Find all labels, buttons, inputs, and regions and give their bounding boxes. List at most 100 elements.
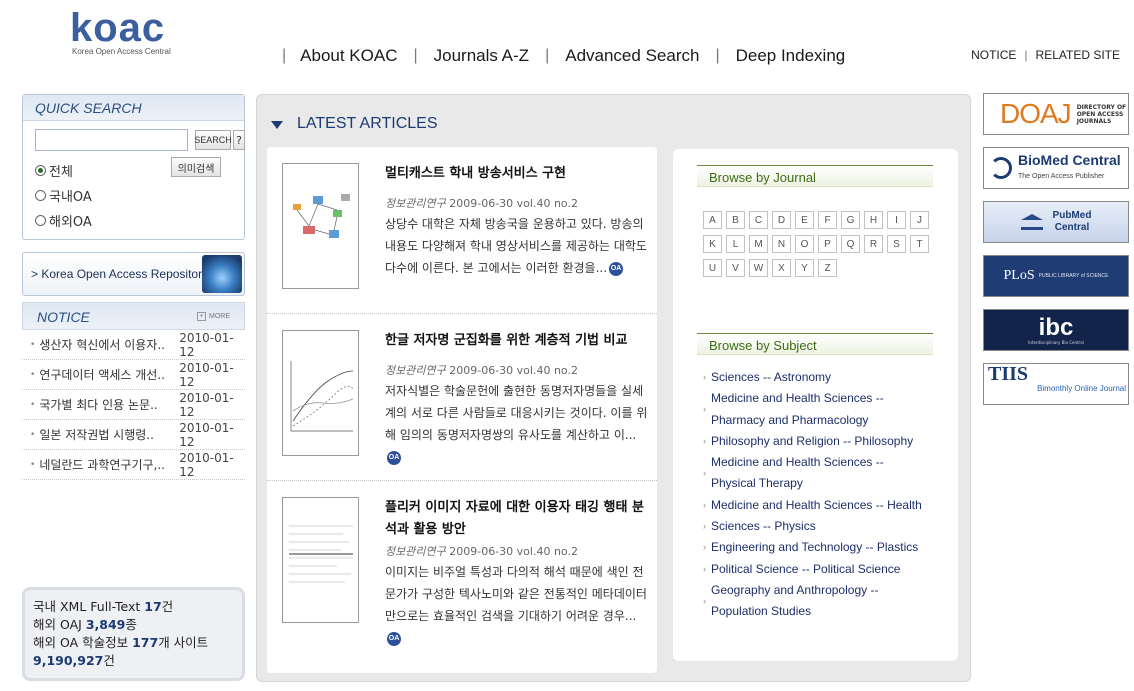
- article-thumbnail[interactable]: [282, 497, 359, 623]
- subject-link[interactable]: › Philosophy and Religion -- Philosophy: [703, 431, 953, 452]
- arrow-right-icon: ›: [703, 403, 706, 414]
- article-title-link[interactable]: 멀티캐스트 학내 방송서비스 구현: [385, 163, 653, 185]
- letter-p[interactable]: P: [818, 235, 837, 253]
- bullet-icon: •: [30, 429, 36, 440]
- plos-logo: PLoS: [1003, 268, 1035, 283]
- letter-g[interactable]: G: [841, 211, 860, 229]
- nav-advanced-search[interactable]: Advanced Search: [565, 46, 699, 66]
- letter-o[interactable]: O: [795, 235, 814, 253]
- radio-unchecked-icon: [35, 215, 46, 226]
- nav-journals-a-z[interactable]: Journals A-Z: [434, 46, 529, 66]
- radio-label: 국내OA: [49, 190, 92, 205]
- article-thumbnail[interactable]: [282, 330, 359, 456]
- tiis-tagline: Bimonthly Online Journal: [1037, 384, 1126, 393]
- subject-link[interactable]: › Sciences -- Astronomy: [703, 367, 953, 388]
- tiis-logo: TIIS: [988, 363, 1029, 385]
- radio-foreign-oa[interactable]: 해외OA: [35, 211, 92, 230]
- utility-links: NOTICE | RELATED SITE: [971, 48, 1120, 62]
- letter-y[interactable]: Y: [795, 259, 814, 277]
- browse-by-subject-heading: Browse by Subject: [697, 333, 933, 355]
- search-button[interactable]: SEARCH: [194, 130, 232, 150]
- open-access-icon[interactable]: OA: [609, 261, 624, 276]
- doaj-banner[interactable]: DOAJ DIRECTORY OF OPEN ACCESS JOURNALS: [983, 93, 1129, 135]
- letter-v[interactable]: V: [726, 259, 745, 277]
- notice-item[interactable]: • 일본 저작권법 시행령.. 2010-01-12: [22, 420, 245, 450]
- letter-m[interactable]: M: [749, 235, 768, 253]
- bullet-icon: •: [30, 369, 36, 380]
- subject-link[interactable]: › Sciences -- Physics: [703, 516, 953, 537]
- ibc-logo: ibc: [1038, 313, 1074, 341]
- article-meta: 정보관리연구 2009-06-30 vol.40 no.2: [385, 197, 578, 210]
- util-notice-link[interactable]: NOTICE: [971, 48, 1016, 62]
- letter-f[interactable]: F: [818, 211, 837, 229]
- koac-logo[interactable]: koac Korea Open Access Central: [70, 8, 185, 58]
- radio-all[interactable]: 전체: [35, 161, 73, 180]
- open-access-icon[interactable]: OA: [387, 450, 401, 465]
- biomed-central-banner[interactable]: BioMed Central The Open Access Publisher: [983, 147, 1129, 189]
- article-thumbnail[interactable]: [282, 163, 359, 289]
- subject-link[interactable]: › Geography and Anthropology -- Population…: [703, 580, 953, 623]
- letter-b[interactable]: B: [726, 211, 745, 229]
- arrow-right-icon: ›: [703, 521, 706, 532]
- letter-z[interactable]: Z: [818, 259, 837, 277]
- radio-checked-icon: [35, 165, 46, 176]
- radio-domestic-oa[interactable]: 국내OA: [35, 186, 92, 205]
- article-item: 멀티캐스트 학내 방송서비스 구현 정보관리연구 2009-06-30 vol.…: [267, 147, 657, 314]
- letter-e[interactable]: E: [795, 211, 814, 229]
- pubmed-text: PubMed Central: [1052, 210, 1092, 233]
- notice-list: • 생산자 혁신에서 이용자.. 2010-01-12 • 연구데이터 액세스 개선.…: [22, 330, 245, 480]
- letter-w[interactable]: W: [749, 259, 768, 277]
- nav-about-koac[interactable]: About KOAC: [300, 46, 397, 66]
- article-item: 플리커 이미지 자료에 대한 이용자 태깅 행태 분석과 활용 방안 정보관리연…: [267, 481, 657, 648]
- letter-r[interactable]: R: [864, 235, 883, 253]
- notice-item[interactable]: • 연구데이터 액세스 개선.. 2010-01-12: [22, 360, 245, 390]
- letter-x[interactable]: X: [772, 259, 791, 277]
- article-title-link[interactable]: 플리커 이미지 자료에 대한 이용자 태깅 행태 분석과 활용 방안: [385, 497, 653, 541]
- article-snippet: 저자식별은 학술문헌에 출현한 동명저자명들을 실세계의 서로 다른 사람들로 …: [385, 380, 649, 468]
- repository-banner[interactable]: > Korea Open Access Repository: [22, 252, 245, 296]
- ibc-banner[interactable]: ibc Interdisciplinary Bio Central: [983, 309, 1129, 351]
- util-related-site-link[interactable]: RELATED SITE: [1036, 48, 1120, 62]
- letter-q[interactable]: Q: [841, 235, 860, 253]
- util-separator: |: [1024, 48, 1028, 62]
- notice-item[interactable]: • 국가별 최다 인용 논문.. 2010-01-12: [22, 390, 245, 420]
- repository-label: > Korea Open Access Repository: [31, 267, 209, 281]
- article-snippet: 이미지는 비주얼 특성과 다의적 해석 때문에 색인 전문가가 구성한 텍사노미…: [385, 561, 649, 649]
- notice-item[interactable]: • 네덜란드 과학연구기구,.. 2010-01-12: [22, 450, 245, 480]
- subject-link[interactable]: › Medicine and Health Sciences -- Health: [703, 495, 953, 516]
- subject-link[interactable]: › Engineering and Technology -- Plastics: [703, 537, 953, 558]
- letter-j[interactable]: J: [910, 211, 929, 229]
- notice-item[interactable]: • 생산자 혁신에서 이용자.. 2010-01-12: [22, 330, 245, 360]
- letter-d[interactable]: D: [772, 211, 791, 229]
- semantic-search-button[interactable]: 의미검색: [171, 157, 221, 177]
- arrow-right-icon: ›: [703, 563, 706, 574]
- letter-k[interactable]: K: [703, 235, 722, 253]
- subject-link[interactable]: › Medicine and Health Sciences -- Physical…: [703, 452, 953, 495]
- letter-n[interactable]: N: [772, 235, 791, 253]
- letter-h[interactable]: H: [864, 211, 883, 229]
- letter-s[interactable]: S: [887, 235, 906, 253]
- pubmed-central-banner[interactable]: PubMed Central: [983, 201, 1129, 243]
- open-access-icon[interactable]: OA: [387, 631, 401, 646]
- tiis-banner[interactable]: TIIS Bimonthly Online Journal: [983, 363, 1129, 405]
- letter-u[interactable]: U: [703, 259, 722, 277]
- letter-i[interactable]: I: [887, 211, 906, 229]
- letter-l[interactable]: L: [726, 235, 745, 253]
- letter-c[interactable]: C: [749, 211, 768, 229]
- subject-link[interactable]: › Political Science -- Political Science: [703, 559, 953, 580]
- letter-a[interactable]: A: [703, 211, 722, 229]
- stat-foreign-oa-sites: 해외 OA 학술정보 177개 사이트: [33, 635, 209, 650]
- quick-search-input[interactable]: [35, 129, 188, 151]
- plos-tagline: PUBLIC LIBRARY of SCIENCE: [1038, 273, 1109, 279]
- notice-more-link[interactable]: + MORE: [197, 312, 230, 321]
- article-title-link[interactable]: 한글 저자명 군집화를 위한 계층적 기법 비교: [385, 330, 653, 352]
- arrow-right-icon: ›: [703, 499, 706, 510]
- letter-t[interactable]: T: [910, 235, 929, 253]
- left-column: QUICK SEARCH SEARCH ? 전체 국내OA 해외OA 의미검색 …: [22, 94, 245, 480]
- repository-image: [202, 255, 242, 293]
- plos-banner[interactable]: PLoS PUBLIC LIBRARY of SCIENCE: [983, 255, 1129, 297]
- nav-deep-indexing[interactable]: Deep Indexing: [736, 46, 846, 66]
- help-button[interactable]: ?: [233, 130, 245, 150]
- nav-separator: |: [282, 47, 287, 64]
- subject-link[interactable]: › Medicine and Health Sciences -- Pharmacy…: [703, 388, 953, 431]
